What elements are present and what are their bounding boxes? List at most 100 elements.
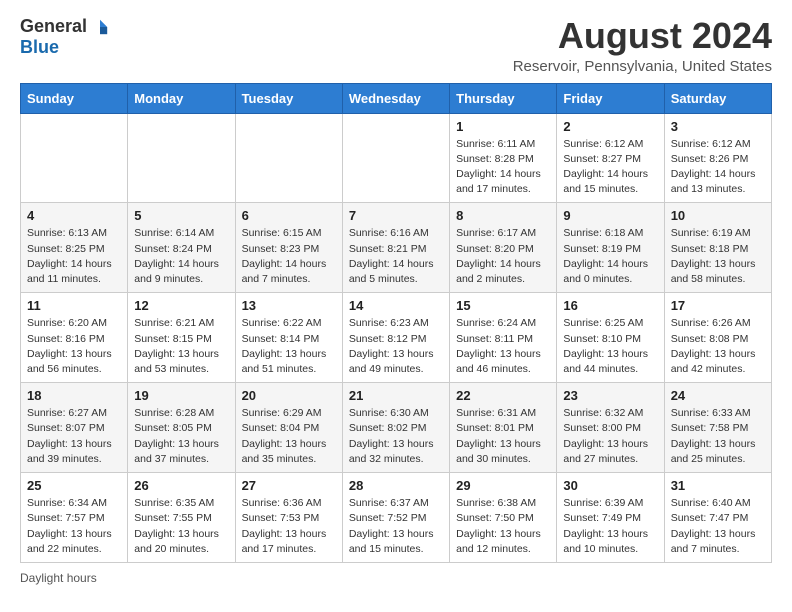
day-number: 8 <box>456 208 550 223</box>
day-cell: 24 Sunrise: 6:33 AM Sunset: 7:58 PM Dayli… <box>664 383 771 473</box>
day-info: Sunrise: 6:38 AM Sunset: 7:50 PM Dayligh… <box>456 496 550 557</box>
weekday-sunday: Sunday <box>21 83 128 113</box>
day-info: Sunrise: 6:11 AM Sunset: 8:28 PM Dayligh… <box>456 137 550 198</box>
weekday-friday: Friday <box>557 83 664 113</box>
day-cell: 21Sunrise: 6:30 AM Sunset: 8:02 PM Dayli… <box>342 383 449 473</box>
day-info: Sunrise: 6:16 AM Sunset: 8:21 PM Dayligh… <box>349 226 443 287</box>
day-cell: 19 Sunrise: 6:28 AM Sunset: 8:05 PM Dayli… <box>128 383 235 473</box>
day-cell: 28 Sunrise: 6:37 AM Sunset: 7:52 PM Dayli… <box>342 473 449 563</box>
week-row-1: 1Sunrise: 6:11 AM Sunset: 8:28 PM Daylig… <box>21 113 772 203</box>
month-title: August 2024 <box>513 16 772 56</box>
week-row-4: 18Sunrise: 6:27 AM Sunset: 8:07 PM Dayli… <box>21 383 772 473</box>
day-number: 18 <box>27 388 121 403</box>
day-info: Sunrise: 6:14 AM Sunset: 8:24 PM Dayligh… <box>134 226 228 287</box>
day-cell: 29 Sunrise: 6:38 AM Sunset: 7:50 PM Dayli… <box>450 473 557 563</box>
calendar: SundayMondayTuesdayWednesdayThursdayFrid… <box>20 83 772 563</box>
day-info: Sunrise: 6:12 AM Sunset: 8:27 PM Dayligh… <box>563 137 657 198</box>
week-row-5: 25Sunrise: 6:34 AM Sunset: 7:57 PM Dayli… <box>21 473 772 563</box>
day-cell: 27 Sunrise: 6:36 AM Sunset: 7:53 PM Dayli… <box>235 473 342 563</box>
day-number: 13 <box>242 298 336 313</box>
day-info: Sunrise: 6:13 AM Sunset: 8:25 PM Dayligh… <box>27 226 121 287</box>
day-info: Sunrise: 6:26 AM Sunset: 8:08 PM Dayligh… <box>671 316 765 377</box>
day-cell: 4Sunrise: 6:13 AM Sunset: 8:25 PM Daylig… <box>21 203 128 293</box>
day-info: Sunrise: 6:39 AM Sunset: 7:49 PM Dayligh… <box>563 496 657 557</box>
day-number: 11 <box>27 298 121 313</box>
weekday-tuesday: Tuesday <box>235 83 342 113</box>
day-number: 3 <box>671 119 765 134</box>
weekday-saturday: Saturday <box>664 83 771 113</box>
day-info: Sunrise: 6:30 AM Sunset: 8:02 PM Dayligh… <box>349 406 443 467</box>
day-cell: 10Sunrise: 6:19 AM Sunset: 8:18 PM Dayli… <box>664 203 771 293</box>
day-info: Sunrise: 6:15 AM Sunset: 8:23 PM Dayligh… <box>242 226 336 287</box>
header: General Blue August 2024 Reservoir, Penn… <box>20 16 772 75</box>
day-number: 25 <box>27 478 121 493</box>
day-number: 28 <box>349 478 443 493</box>
title-area: August 2024 Reservoir, Pennsylvania, Uni… <box>513 16 772 75</box>
day-info: Sunrise: 6:28 AM Sunset: 8:05 PM Dayligh… <box>134 406 228 467</box>
day-number: 12 <box>134 298 228 313</box>
day-cell: 7 Sunrise: 6:16 AM Sunset: 8:21 PM Daylig… <box>342 203 449 293</box>
weekday-header-row: SundayMondayTuesdayWednesdayThursdayFrid… <box>21 83 772 113</box>
day-cell: 31Sunrise: 6:40 AM Sunset: 7:47 PM Dayli… <box>664 473 771 563</box>
day-info: Sunrise: 6:17 AM Sunset: 8:20 PM Dayligh… <box>456 226 550 287</box>
weekday-thursday: Thursday <box>450 83 557 113</box>
day-number: 26 <box>134 478 228 493</box>
day-info: Sunrise: 6:20 AM Sunset: 8:16 PM Dayligh… <box>27 316 121 377</box>
day-info: Sunrise: 6:29 AM Sunset: 8:04 PM Dayligh… <box>242 406 336 467</box>
day-cell: 25Sunrise: 6:34 AM Sunset: 7:57 PM Dayli… <box>21 473 128 563</box>
logo: General Blue <box>20 16 109 58</box>
day-number: 22 <box>456 388 550 403</box>
day-number: 5 <box>134 208 228 223</box>
day-number: 29 <box>456 478 550 493</box>
week-row-3: 11 Sunrise: 6:20 AM Sunset: 8:16 PM Dayli… <box>21 293 772 383</box>
day-number: 2 <box>563 119 657 134</box>
location: Reservoir, Pennsylvania, United States <box>513 58 772 75</box>
day-number: 10 <box>671 208 765 223</box>
day-info: Sunrise: 6:36 AM Sunset: 7:53 PM Dayligh… <box>242 496 336 557</box>
day-info: Sunrise: 6:21 AM Sunset: 8:15 PM Dayligh… <box>134 316 228 377</box>
day-cell: 12 Sunrise: 6:21 AM Sunset: 8:15 PM Dayli… <box>128 293 235 383</box>
day-cell: 23 Sunrise: 6:32 AM Sunset: 8:00 PM Dayli… <box>557 383 664 473</box>
day-number: 7 <box>349 208 443 223</box>
day-cell <box>235 113 342 203</box>
day-number: 14 <box>349 298 443 313</box>
day-cell <box>342 113 449 203</box>
day-cell: 26 Sunrise: 6:35 AM Sunset: 7:55 PM Dayli… <box>128 473 235 563</box>
day-info: Sunrise: 6:35 AM Sunset: 7:55 PM Dayligh… <box>134 496 228 557</box>
day-info: Sunrise: 6:25 AM Sunset: 8:10 PM Dayligh… <box>563 316 657 377</box>
day-cell: 11 Sunrise: 6:20 AM Sunset: 8:16 PM Dayli… <box>21 293 128 383</box>
day-number: 20 <box>242 388 336 403</box>
day-cell: 6 Sunrise: 6:15 AM Sunset: 8:23 PM Daylig… <box>235 203 342 293</box>
day-cell: 15Sunrise: 6:24 AM Sunset: 8:11 PM Dayli… <box>450 293 557 383</box>
day-info: Sunrise: 6:32 AM Sunset: 8:00 PM Dayligh… <box>563 406 657 467</box>
day-number: 16 <box>563 298 657 313</box>
day-cell: 30 Sunrise: 6:39 AM Sunset: 7:49 PM Dayli… <box>557 473 664 563</box>
day-number: 19 <box>134 388 228 403</box>
week-row-2: 4Sunrise: 6:13 AM Sunset: 8:25 PM Daylig… <box>21 203 772 293</box>
day-cell: 18Sunrise: 6:27 AM Sunset: 8:07 PM Dayli… <box>21 383 128 473</box>
day-cell: 8 Sunrise: 6:17 AM Sunset: 8:20 PM Daylig… <box>450 203 557 293</box>
day-cell <box>128 113 235 203</box>
day-number: 17 <box>671 298 765 313</box>
day-info: Sunrise: 6:37 AM Sunset: 7:52 PM Dayligh… <box>349 496 443 557</box>
day-cell: 3 Sunrise: 6:12 AM Sunset: 8:26 PM Daylig… <box>664 113 771 203</box>
day-number: 23 <box>563 388 657 403</box>
day-cell: 1Sunrise: 6:11 AM Sunset: 8:28 PM Daylig… <box>450 113 557 203</box>
day-cell: 2 Sunrise: 6:12 AM Sunset: 8:27 PM Daylig… <box>557 113 664 203</box>
day-number: 30 <box>563 478 657 493</box>
logo-general: General <box>20 16 87 37</box>
logo-blue: Blue <box>20 37 59 58</box>
day-info: Sunrise: 6:23 AM Sunset: 8:12 PM Dayligh… <box>349 316 443 377</box>
day-cell: 17 Sunrise: 6:26 AM Sunset: 8:08 PM Dayli… <box>664 293 771 383</box>
day-number: 9 <box>563 208 657 223</box>
day-number: 6 <box>242 208 336 223</box>
day-cell: 9Sunrise: 6:18 AM Sunset: 8:19 PM Daylig… <box>557 203 664 293</box>
day-info: Sunrise: 6:12 AM Sunset: 8:26 PM Dayligh… <box>671 137 765 198</box>
day-info: Sunrise: 6:33 AM Sunset: 7:58 PM Dayligh… <box>671 406 765 467</box>
day-cell: 5 Sunrise: 6:14 AM Sunset: 8:24 PM Daylig… <box>128 203 235 293</box>
day-cell: 14 Sunrise: 6:23 AM Sunset: 8:12 PM Dayli… <box>342 293 449 383</box>
day-number: 27 <box>242 478 336 493</box>
day-info: Sunrise: 6:24 AM Sunset: 8:11 PM Dayligh… <box>456 316 550 377</box>
weekday-wednesday: Wednesday <box>342 83 449 113</box>
day-number: 24 <box>671 388 765 403</box>
